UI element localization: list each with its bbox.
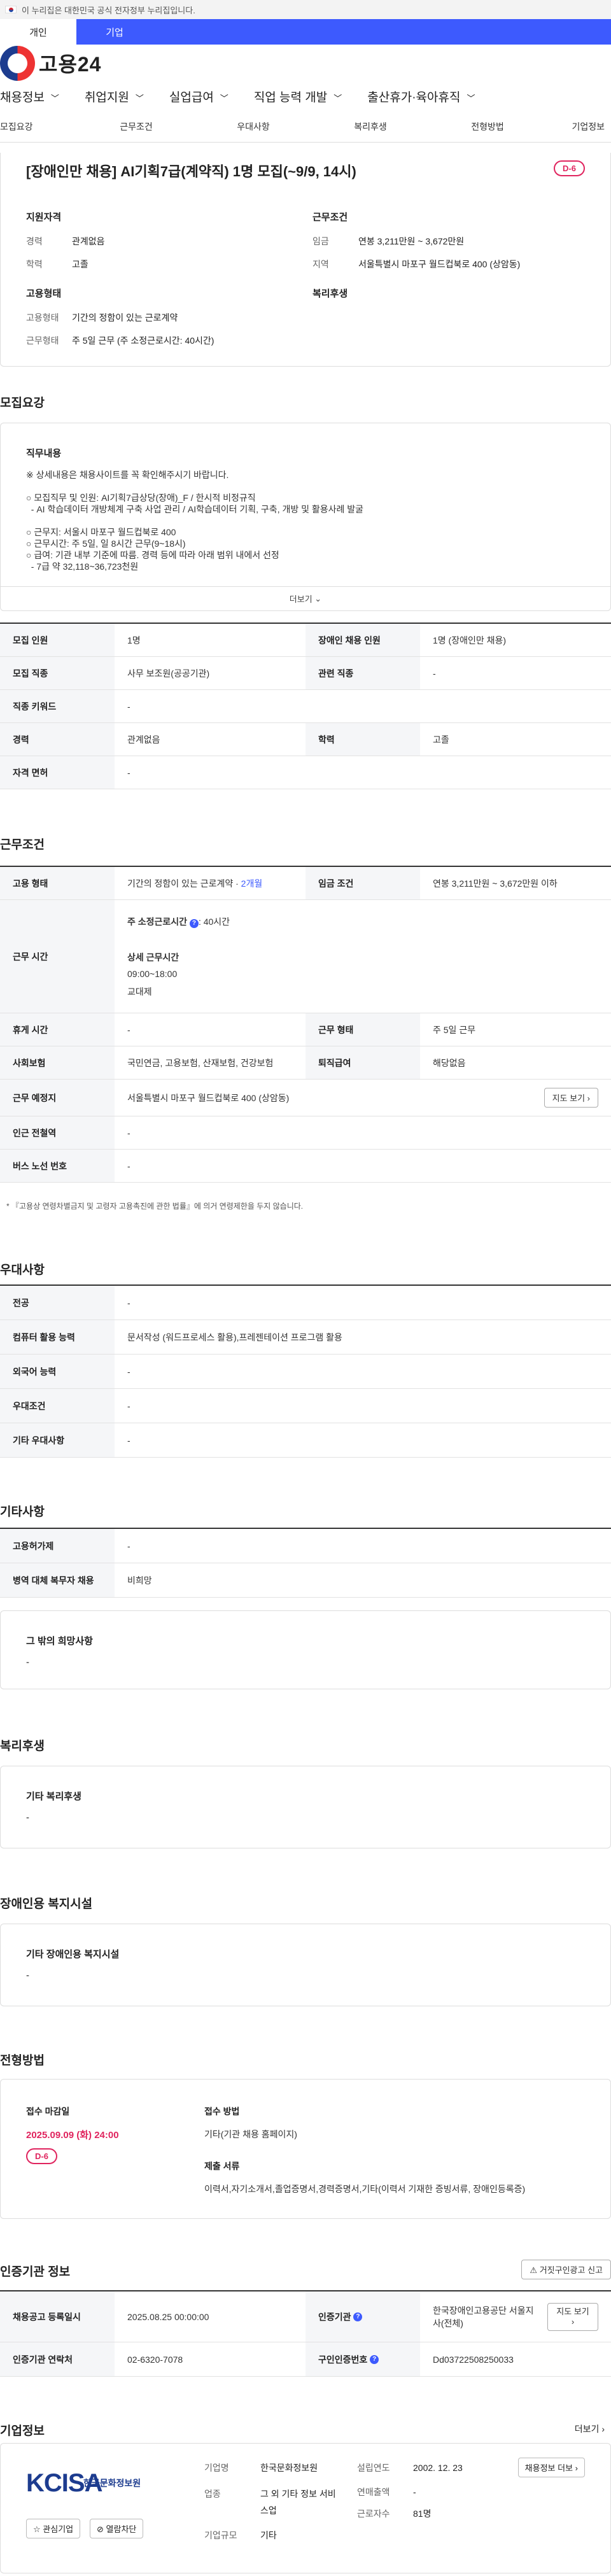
- apply-dday-badge: D-6: [26, 2148, 57, 2164]
- chevron-down-icon: ﹀: [334, 93, 342, 103]
- chevron-down-icon: ﹀: [220, 93, 228, 103]
- subnav-welfare[interactable]: 복리후생: [313, 120, 428, 133]
- subnav-work[interactable]: 근무조건: [79, 120, 193, 133]
- condition-section: 근무조건 임금 연봉 3,211만원 ~ 3,672만원 지역 서울특별시 마포구 …: [313, 212, 521, 269]
- brand-name[interactable]: 고용24: [39, 48, 101, 78]
- nav-training[interactable]: 직업 능력 개발 ﹀: [254, 88, 342, 105]
- company-jobs-button[interactable]: 채용정보 더보 ›: [517, 2458, 585, 2477]
- deadline: 2025.09.09 (화) 24:00: [26, 2130, 119, 2141]
- work-title: 근무조건: [0, 838, 45, 852]
- duty-box: 직무내용 ※ 상세내용은 채용사이트를 꼭 확인해주시기 바랍니다. ○ 모집직…: [0, 423, 611, 611]
- company-title: 기업정보: [0, 2425, 45, 2438]
- duty-text: ※ 상세내용은 채용사이트를 꼭 확인해주시기 바랍니다. ○ 모집직무 및 인…: [26, 470, 364, 572]
- etc-table: 고용허가제 - 병역 대체 복무자 채용 비희망: [0, 1528, 611, 1598]
- main-nav: 채용정보 ﹀ 취업지원 ﹀ 실업급여 ﹀ 직업 능력 개발 ﹀ 출산휴가·육아휴직 ﹀: [0, 81, 611, 111]
- nav-employment-support[interactable]: 취업지원 ﹀: [85, 88, 144, 105]
- chevron-down-icon: ⌄: [314, 593, 322, 603]
- welfare-title: 복리후생: [0, 1740, 45, 1753]
- subnav-pref[interactable]: 우대사항: [196, 120, 311, 133]
- tab-company[interactable]: 기업: [76, 19, 153, 45]
- cert-table: 채용공고 등록일시 2025.08.25 00:00:00 인증기관 ? 한국장…: [0, 2290, 611, 2377]
- gov-banner: 이 누리집은 대한민국 공식 전자정부 누리집입니다.: [0, 0, 611, 19]
- job-title: [장애인만 채용] AI기획7급(계약직) 1명 모집(~9/9, 14시): [26, 164, 356, 179]
- report-fake-ad-button[interactable]: ⚠ 거짓구인광고 신고: [521, 2260, 611, 2279]
- company-more-link[interactable]: 더보기 ›: [575, 2423, 605, 2435]
- nav-unemployment[interactable]: 실업급여 ﹀: [169, 88, 228, 105]
- tab-personal[interactable]: 개인: [0, 19, 76, 45]
- favorite-company-button[interactable]: ☆ 관심기업: [26, 2519, 81, 2538]
- duty-title: 직무내용: [26, 448, 62, 459]
- cert-title: 인증기관 정보: [0, 2265, 71, 2279]
- info-icon: ?: [353, 2312, 363, 2321]
- goyong24-logo-icon[interactable]: [0, 45, 35, 81]
- nav-jobs[interactable]: 채용정보 ﹀: [0, 88, 59, 105]
- info-icon: ?: [189, 918, 199, 928]
- other-wishes-box: 그 밖의 희망사항 -: [0, 1610, 611, 1689]
- subnav-recruit[interactable]: 모집요강: [0, 120, 76, 133]
- flag-icon: [5, 6, 17, 13]
- welfare-box: 기타 복리후생 -: [0, 1766, 611, 1848]
- block-view-button[interactable]: ⊘ 열람차단: [90, 2519, 144, 2538]
- etc-title: 기타사항: [0, 1505, 45, 1519]
- subnav-company[interactable]: 기업정보: [547, 120, 611, 133]
- chevron-down-icon: ﹀: [50, 93, 59, 103]
- info-icon: ?: [370, 2354, 379, 2364]
- qualification-section: 지원자격 경력 관계없음 학력 고졸: [26, 212, 105, 269]
- recruit-table: 모집 인원 1명 장애인 채용 인원 1명 (장애인만 채용) 모집 직종 사무 보조원…: [0, 623, 611, 789]
- recruit-title: 모집요강: [0, 397, 45, 410]
- cert-map-button[interactable]: 지도 보기 ›: [547, 2302, 598, 2331]
- work-table: 고용 형태 기간의 정함이 있는 근로계약 · 2개월 임금 조건 연봉 3,2…: [0, 866, 611, 1183]
- facility-box: 기타 장애인용 복지시설 -: [0, 1924, 611, 2006]
- company-card: KCISA 한국문화정보원 ☆ 관심기업 ⊘ 열람차단 기업명 한국문화정보원 업…: [0, 2443, 611, 2573]
- age-note: * 『고용상 연령차별금지 및 고령자 고용촉진에 관한 법률』에 의거 연령제…: [6, 1202, 304, 1211]
- facility-title: 장애인용 복지시설: [0, 1897, 93, 1911]
- site-header: 고용24: [0, 45, 611, 81]
- apply-box: 접수 마감일 2025.09.09 (화) 24:00 D-6 접수 방법 기타…: [0, 2079, 611, 2219]
- map-view-button[interactable]: 지도 보기 ›: [544, 1088, 598, 1108]
- company-logo-sub: 한국문화정보원: [83, 2478, 141, 2488]
- more-button[interactable]: 더보기 ⌄: [1, 586, 610, 610]
- dday-badge: D-6: [554, 160, 585, 176]
- job-summary-card: [장애인만 채용] AI기획7급(계약직) 1명 모집(~9/9, 14시) D…: [0, 153, 611, 367]
- pref-title: 우대사항: [0, 1263, 45, 1277]
- employment-type-section: 고용형태 고용형태 기간의 정함이 있는 근로계약 근무형태 주 5일 근무 (주 …: [26, 288, 214, 346]
- nav-leave[interactable]: 출산휴가·육아휴직 ﹀: [367, 88, 475, 105]
- apply-title: 전형방법: [0, 2054, 45, 2067]
- pref-table: 전공 - 컴퓨터 활용 능력 문서작성 (워드프로세스 활용),프레젠테이션 프로그…: [0, 1284, 611, 1458]
- gov-banner-text: 이 누리집은 대한민국 공식 전자정부 누리집입니다.: [22, 5, 195, 15]
- block-icon: ⊘: [97, 2524, 104, 2534]
- chevron-down-icon: ﹀: [135, 93, 144, 103]
- section-nav: 모집요강 근무조건 우대사항 복리후생 전형방법 기업정보: [0, 111, 611, 143]
- star-icon: ☆: [33, 2524, 41, 2534]
- subnav-apply[interactable]: 전형방법: [430, 120, 545, 133]
- chevron-down-icon: ﹀: [467, 93, 475, 103]
- welfare-summary-section: 복리후생: [313, 288, 348, 299]
- top-tabs: 개인 기업: [0, 19, 611, 45]
